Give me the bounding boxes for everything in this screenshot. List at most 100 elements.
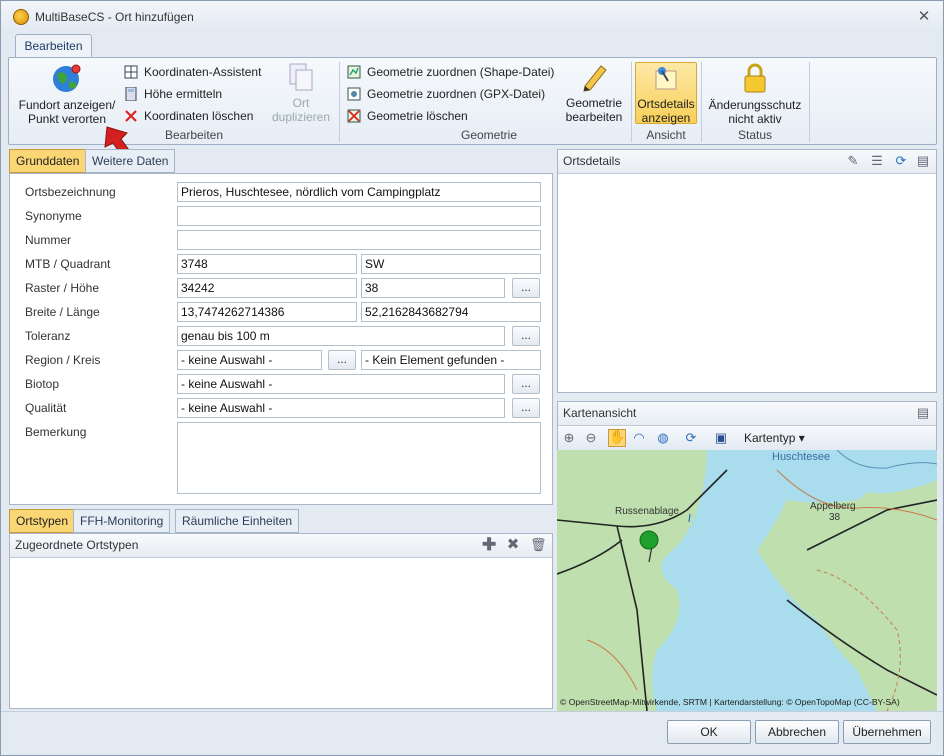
label-qualitaet: Qualität <box>25 401 67 415</box>
refresh-icon[interactable]: ⟳ <box>894 154 908 168</box>
aenderungsschutz-label-2: nicht aktiv <box>728 112 782 126</box>
hoehe-browse-button[interactable]: ... <box>512 278 540 298</box>
close-button[interactable]: ✕ <box>913 7 935 27</box>
biotop-field[interactable]: - keine Auswahl - <box>177 374 505 394</box>
duplicate-icon <box>289 63 313 91</box>
panel-menu-icon[interactable]: ▤ <box>916 406 930 420</box>
window-title: MultiBaseCS - Ort hinzufügen <box>35 10 194 24</box>
quadrant-field[interactable]: SW <box>361 254 541 274</box>
koordinaten-loeschen-label: Koordinaten löschen <box>144 109 254 123</box>
label-region: Region / Kreis <box>25 353 101 367</box>
form-icon[interactable]: ☰ <box>870 154 884 168</box>
remove-icon[interactable]: ✖ <box>506 537 520 552</box>
zoom-in-icon[interactable]: ⊕ <box>562 431 576 445</box>
map-label-appelberg-height: 38 <box>829 512 841 523</box>
label-breite: Breite / Länge <box>25 305 100 319</box>
pan-hand-icon[interactable]: ✋ <box>608 429 626 447</box>
bemerkung-field[interactable] <box>177 422 541 494</box>
dialog-window: MultiBaseCS - Ort hinzufügen ✕ Bearbeite… <box>0 0 944 756</box>
toleranz-field[interactable]: genau bis 100 m <box>177 326 505 346</box>
koordinaten-loeschen-button[interactable]: Koordinaten löschen <box>122 106 253 126</box>
region-browse-button[interactable]: ... <box>328 350 356 370</box>
tab-raeumliche-einheiten[interactable]: Räumliche Einheiten <box>175 509 300 533</box>
koordinaten-assistent-label: Koordinaten-Assistent <box>144 65 262 79</box>
geometrie-shape-label: Geometrie zuordnen (Shape-Datei) <box>367 65 555 79</box>
panel-menu-icon[interactable]: ▤ <box>916 154 930 168</box>
kartentyp-dropdown[interactable]: Kartentyp ▾ <box>744 431 805 445</box>
group-label-geometrie: Geometrie <box>460 128 518 142</box>
breite-field[interactable]: 13,7474262714386 <box>177 302 357 322</box>
edit-icon[interactable]: ✎ <box>846 154 860 168</box>
kreis-field[interactable]: - Kein Element gefunden - <box>361 350 541 370</box>
map-label-huschtesee: Huschtesee <box>772 451 830 463</box>
lower-tabs: Ortstypen FFH-Monitoring Räumliche Einhe… <box>9 509 309 533</box>
geometrie-bearbeiten-label-1: Geometrie <box>565 96 623 110</box>
save-icon[interactable]: ▣ <box>714 431 728 445</box>
geometrie-bearbeiten-button[interactable]: Geometrie bearbeiten <box>560 62 628 126</box>
qualitaet-browse-button[interactable]: ... <box>512 398 540 418</box>
mtb-field[interactable]: 3748 <box>177 254 357 274</box>
ortsdetails-panel: Ortsdetails ✎ ☰ ⟳ ▤ <box>557 149 937 393</box>
pin-note-icon <box>655 67 677 90</box>
hoehe-field[interactable]: 38 <box>361 278 505 298</box>
ok-button[interactable]: OK <box>667 720 751 744</box>
ortsdetails-title: Ortsdetails <box>563 154 621 168</box>
globe-icon <box>53 64 81 92</box>
raster-field[interactable]: 34242 <box>177 278 357 298</box>
abbrechen-button[interactable]: Abbrechen <box>755 720 839 744</box>
measure-icon[interactable]: ◠ <box>632 431 646 445</box>
ribbon-separator <box>631 62 632 142</box>
laenge-field[interactable]: 52,2162843682794 <box>361 302 541 322</box>
geometrie-loeschen-label: Geometrie löschen <box>367 109 468 123</box>
ort-duplizieren-label-2: duplizieren <box>271 110 331 124</box>
delete-x-icon <box>125 110 137 122</box>
geometry-delete-icon <box>347 109 361 123</box>
uebernehmen-button[interactable]: Übernehmen <box>843 720 931 744</box>
ribbon-tab-bearbeiten[interactable]: Bearbeiten <box>15 34 92 58</box>
ortstypen-panel: Zugeordnete Ortstypen ✚ ✖ 🗑 <box>9 533 553 709</box>
ortsdetails-label-2: anzeigen <box>641 111 691 125</box>
ribbon-separator <box>809 62 810 142</box>
kartentyp-label: Kartentyp <box>744 431 796 445</box>
pencil-icon <box>583 65 607 92</box>
tab-ortstypen[interactable]: Ortstypen <box>9 509 76 533</box>
zoom-out-icon[interactable]: ⊖ <box>584 431 598 445</box>
synonyme-field[interactable] <box>177 206 541 226</box>
geometrie-gpx-button[interactable]: Geometrie zuordnen (GPX-Datei) <box>345 84 545 104</box>
biotop-browse-button[interactable]: ... <box>512 374 540 394</box>
label-nummer: Nummer <box>25 233 72 247</box>
fundort-label-2: Punkt verorten <box>27 112 107 126</box>
kartenansicht-title: Kartenansicht <box>563 406 637 420</box>
geometrie-gpx-label: Geometrie zuordnen (GPX-Datei) <box>367 87 546 101</box>
group-label-status: Status <box>737 128 773 142</box>
geometrie-bearbeiten-label-2: bearbeiten <box>565 110 623 124</box>
toleranz-browse-button[interactable]: ... <box>512 326 540 346</box>
label-mtb: MTB / Quadrant <box>25 257 111 271</box>
aenderungsschutz-button[interactable]: Änderungsschutz nicht aktiv <box>705 62 805 126</box>
geometrie-loeschen-button[interactable]: Geometrie löschen <box>345 106 468 126</box>
tab-grunddaten[interactable]: Grunddaten <box>9 149 87 173</box>
ort-duplizieren-button[interactable]: Ort duplizieren <box>267 62 335 126</box>
ortsdetails-anzeigen-button[interactable]: Ortsdetails anzeigen <box>635 62 697 125</box>
nummer-field[interactable] <box>177 230 541 250</box>
geometrie-shape-button[interactable]: Geometrie zuordnen (Shape-Datei) <box>345 62 554 82</box>
tab-ffh-monitoring[interactable]: FFH-Monitoring <box>73 509 171 533</box>
hoehe-ermitteln-button[interactable]: Höhe ermitteln <box>122 84 222 104</box>
qualitaet-field[interactable]: - keine Auswahl - <box>177 398 505 418</box>
refresh-map-icon[interactable]: ⟳ <box>684 431 698 445</box>
add-icon[interactable]: ✚ <box>482 536 496 553</box>
trash-icon[interactable]: 🗑 <box>530 538 547 552</box>
koordinaten-assistent-button[interactable]: Koordinaten-Assistent <box>122 62 261 82</box>
ortsbezeichnung-field[interactable]: Prieros, Huschtesee, nördlich vom Campin… <box>177 182 541 202</box>
map-view[interactable]: Huschtesee Russenablage Appelberg 38 © O… <box>557 450 937 711</box>
fundort-anzeigen-button[interactable]: Fundort anzeigen/ Punkt verorten <box>13 62 121 126</box>
dialog-button-bar: OK Abbrechen Übernehmen <box>1 711 943 755</box>
app-icon <box>13 9 29 25</box>
ortsdetails-header: Ortsdetails ✎ ☰ ⟳ ▤ <box>558 150 936 174</box>
lock-icon <box>744 63 766 93</box>
globe-nav-icon[interactable]: ◍ <box>656 431 670 445</box>
map-label-appelberg: Appelberg <box>810 501 856 512</box>
region-field[interactable]: - keine Auswahl - <box>177 350 322 370</box>
ortsdetails-label-1: Ortsdetails <box>637 97 695 111</box>
tab-weitere-daten[interactable]: Weitere Daten <box>85 149 176 173</box>
